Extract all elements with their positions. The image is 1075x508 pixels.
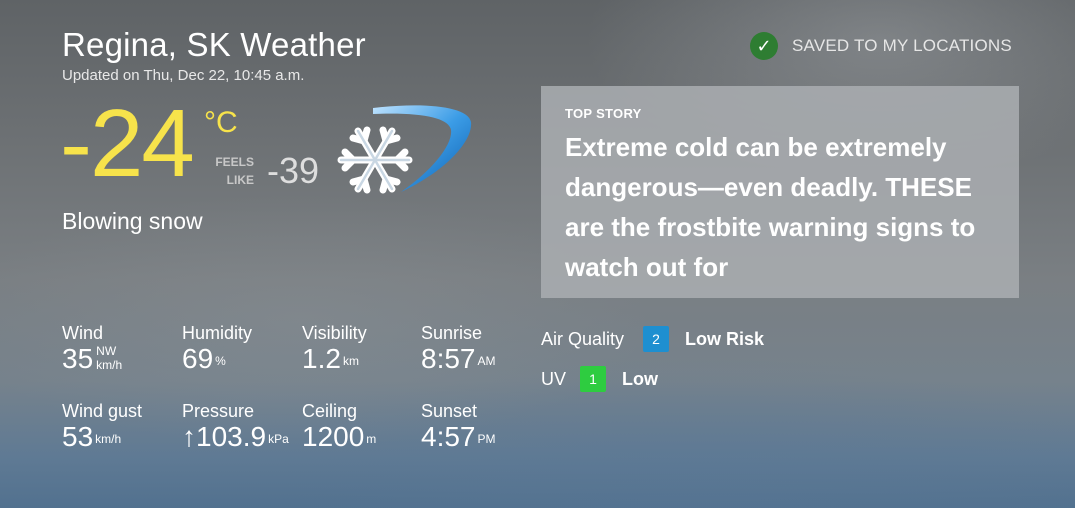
air-quality-label: Air Quality [541, 328, 625, 349]
wind-direction: NW [96, 344, 117, 358]
stat-sunrise: Sunrise 8:57 AM [421, 323, 496, 374]
stat-label: Wind [62, 323, 104, 343]
stat-unit: m [366, 432, 377, 446]
stat-unit: km/h [95, 432, 122, 446]
stat-visibility: Visibility 1.2 km [302, 323, 367, 374]
uv-row[interactable]: UV 1 Low [541, 366, 658, 392]
stat-value: 35 [62, 343, 94, 374]
stat-value: 1.2 [302, 343, 341, 374]
temperature-unit: °C [204, 106, 238, 139]
snowflake-wind-icon [337, 105, 472, 194]
stat-pressure: Pressure ↑103.9 kPa [182, 401, 289, 452]
stat-wind: Wind 35 NW km/h [62, 323, 122, 374]
air-quality-row[interactable]: Air Quality 2 Low Risk [541, 326, 764, 352]
uv-risk: Low [622, 368, 658, 389]
stat-label: Sunrise [421, 323, 483, 343]
updated-timestamp: Updated on Thu, Dec 22, 10:45 a.m. [62, 67, 305, 84]
air-quality-index-badge: 2 [643, 326, 669, 352]
stat-unit: PM [477, 432, 496, 446]
stat-unit: % [215, 354, 226, 368]
stat-value: 4:57 [421, 421, 476, 452]
stat-value: 53 [62, 421, 94, 452]
uv-label: UV [541, 368, 567, 389]
feels-label-line2: LIKE [226, 173, 254, 187]
top-story-kicker: TOP STORY [565, 106, 642, 121]
weather-condition: Blowing snow [62, 208, 203, 234]
stat-value: ↑103.9 [182, 421, 267, 452]
saved-label: SAVED TO MY LOCATIONS [792, 36, 1012, 55]
air-quality-risk: Low Risk [685, 328, 765, 349]
stat-label: Wind gust [62, 401, 143, 421]
uv-index-badge: 1 [580, 366, 606, 392]
feels-like-label: FEELS LIKE [212, 153, 254, 189]
top-story-card[interactable]: TOP STORY Extreme cold can be extremely … [541, 86, 1019, 298]
wind-unit: km/h [96, 358, 123, 372]
current-temperature: -24 [60, 90, 195, 197]
feels-like-value: -39 [267, 150, 320, 191]
stat-label: Ceiling [302, 401, 358, 421]
stat-humidity: Humidity 69% [182, 323, 252, 374]
stat-wind-gust: Wind gust 53 km/h [62, 401, 142, 452]
stat-unit: km [342, 354, 359, 368]
stat-value: 69 [182, 343, 214, 374]
top-story-headline[interactable]: Extreme cold can be extremely dangerous—… [565, 127, 995, 287]
stat-label: Humidity [182, 323, 253, 343]
stat-label: Pressure [182, 401, 255, 421]
check-icon: ✓ [750, 32, 778, 60]
stat-value: 1200 [302, 421, 365, 452]
stat-label: Sunset [421, 401, 478, 421]
stat-label: Visibility [302, 323, 367, 343]
stat-value: 8:57 [421, 343, 476, 374]
saved-to-locations-button[interactable]: ✓ SAVED TO MY LOCATIONS [750, 32, 1012, 60]
stat-unit: AM [477, 354, 496, 368]
stat-sunset: Sunset 4:57 PM [421, 401, 496, 452]
stat-unit: NW km/h [96, 344, 122, 372]
stat-ceiling: Ceiling 1200 m [302, 401, 376, 452]
feels-label-line1: FEELS [215, 155, 254, 169]
page-title: Regina, SK Weather [62, 26, 366, 63]
stat-unit: kPa [268, 432, 289, 446]
